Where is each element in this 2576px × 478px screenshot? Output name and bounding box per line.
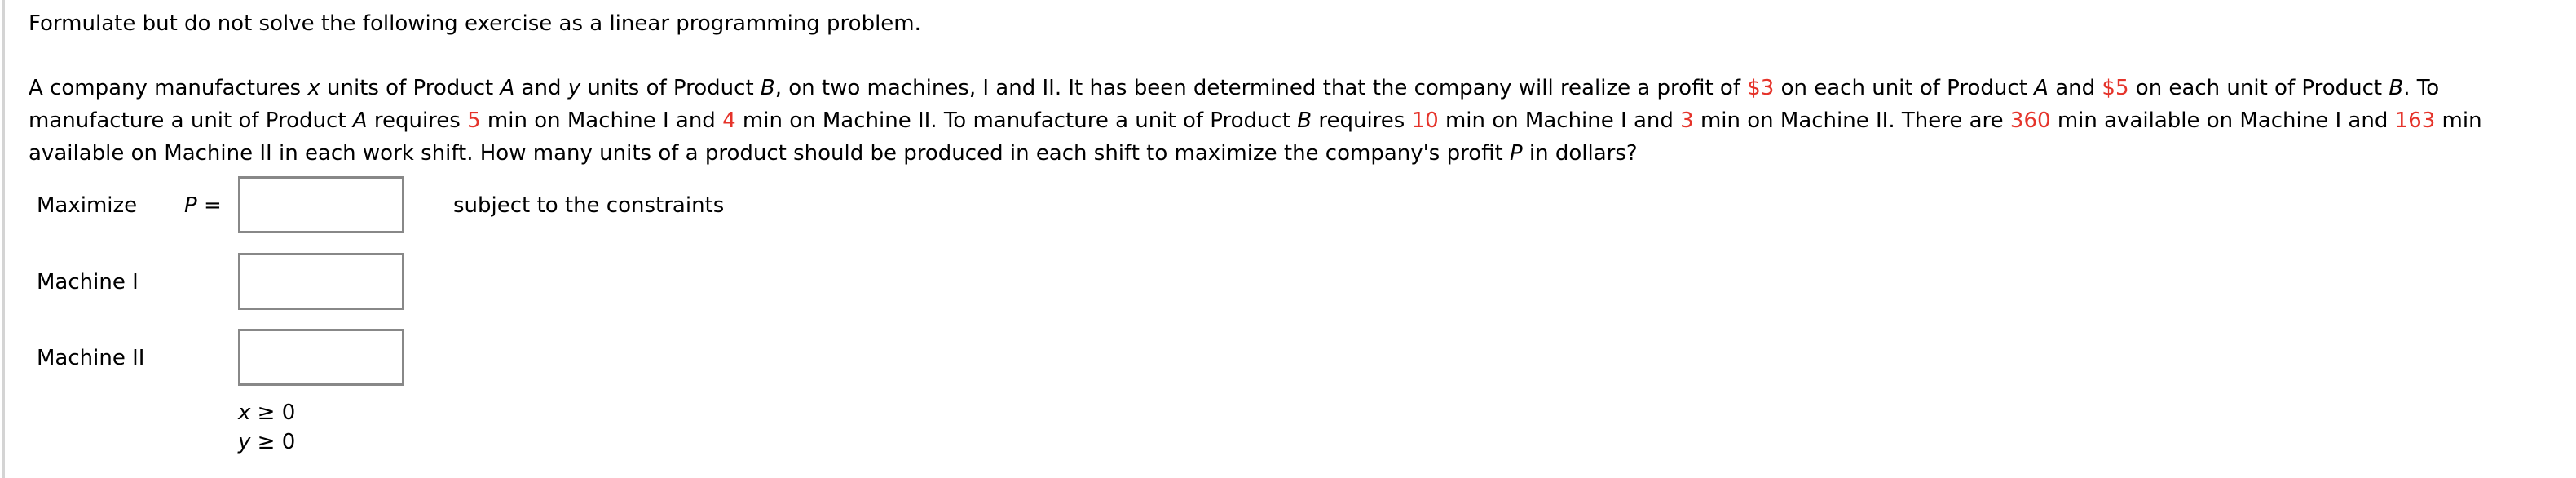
machine-1-constraint-input[interactable] bbox=[238, 253, 404, 310]
problem-text: units of Product bbox=[320, 76, 501, 100]
problem-line: available on Machine II in each work shi… bbox=[29, 137, 2482, 170]
math-variable: P bbox=[1509, 141, 1523, 166]
problem-text: min on Machine II. There are bbox=[1693, 108, 2010, 133]
problem-line: A company manufactures x units of Produc… bbox=[29, 72, 2482, 104]
problem-text: min available on Machine I and bbox=[2050, 108, 2395, 133]
nonneg-y-rel: ≥ 0 bbox=[250, 430, 296, 454]
math-variable: B bbox=[2389, 76, 2404, 100]
objective-variable: P = bbox=[184, 193, 222, 218]
problem-text: , on two machines, I and II. It has been… bbox=[774, 76, 1748, 100]
problem-text: and bbox=[514, 76, 568, 100]
problem-text: requires bbox=[1312, 108, 1412, 133]
math-variable: B bbox=[760, 76, 775, 100]
problem-statement: A company manufactures x units of Produc… bbox=[29, 72, 2482, 170]
nonneg-x-rel: ≥ 0 bbox=[250, 401, 296, 425]
problem-text: on each unit of Product bbox=[1774, 76, 2035, 100]
nonnegativity-y: y ≥ 0 bbox=[238, 427, 295, 457]
objective-var-name: P bbox=[184, 193, 197, 218]
math-variable: A bbox=[352, 108, 368, 133]
given-value: $3 bbox=[1747, 76, 1775, 100]
machine-2-label: Machine II bbox=[37, 346, 145, 370]
problem-line: manufacture a unit of Product A requires… bbox=[29, 104, 2482, 137]
problem-text: units of Product bbox=[580, 76, 761, 100]
given-value: 163 bbox=[2394, 108, 2436, 133]
problem-text: min on Machine I and bbox=[1438, 108, 1681, 133]
math-variable: A bbox=[2034, 76, 2049, 100]
problem-text: min on Machine II. To manufacture a unit… bbox=[735, 108, 1298, 133]
problem-text: min on Machine I and bbox=[480, 108, 723, 133]
objective-equals: = bbox=[196, 193, 222, 218]
math-variable: A bbox=[500, 76, 515, 100]
problem-text: in dollars? bbox=[1522, 141, 1638, 166]
nonneg-y-var: y bbox=[238, 430, 251, 454]
nonnegativity-x: x ≥ 0 bbox=[238, 398, 295, 427]
instruction-text: Formulate but do not solve the following… bbox=[29, 11, 921, 36]
objective-function-input[interactable] bbox=[238, 176, 404, 233]
problem-text: available on Machine II in each work shi… bbox=[29, 141, 1510, 166]
given-value: 5 bbox=[467, 108, 481, 133]
machine-2-constraint-input[interactable] bbox=[238, 329, 404, 386]
given-value: 10 bbox=[1411, 108, 1439, 133]
maximize-label: Maximize bbox=[37, 193, 138, 218]
machine-1-label: Machine I bbox=[37, 270, 139, 294]
problem-text: manufacture a unit of Product bbox=[29, 108, 353, 133]
math-variable: B bbox=[1297, 108, 1312, 133]
nonneg-x-var: x bbox=[238, 401, 251, 425]
given-value: 4 bbox=[722, 108, 736, 133]
subject-to-label: subject to the constraints bbox=[453, 193, 725, 218]
problem-text: on each unit of Product bbox=[2128, 76, 2389, 100]
problem-text: A company manufactures bbox=[29, 76, 308, 100]
problem-text: requires bbox=[367, 108, 468, 133]
math-variable: x bbox=[307, 76, 320, 100]
left-border bbox=[2, 0, 5, 478]
problem-text: min bbox=[2435, 108, 2482, 133]
given-value: $5 bbox=[2102, 76, 2129, 100]
math-variable: y bbox=[567, 76, 581, 100]
problem-text: and bbox=[2048, 76, 2102, 100]
problem-text: . To bbox=[2403, 76, 2440, 100]
given-value: 3 bbox=[1680, 108, 1694, 133]
given-value: 360 bbox=[2009, 108, 2051, 133]
